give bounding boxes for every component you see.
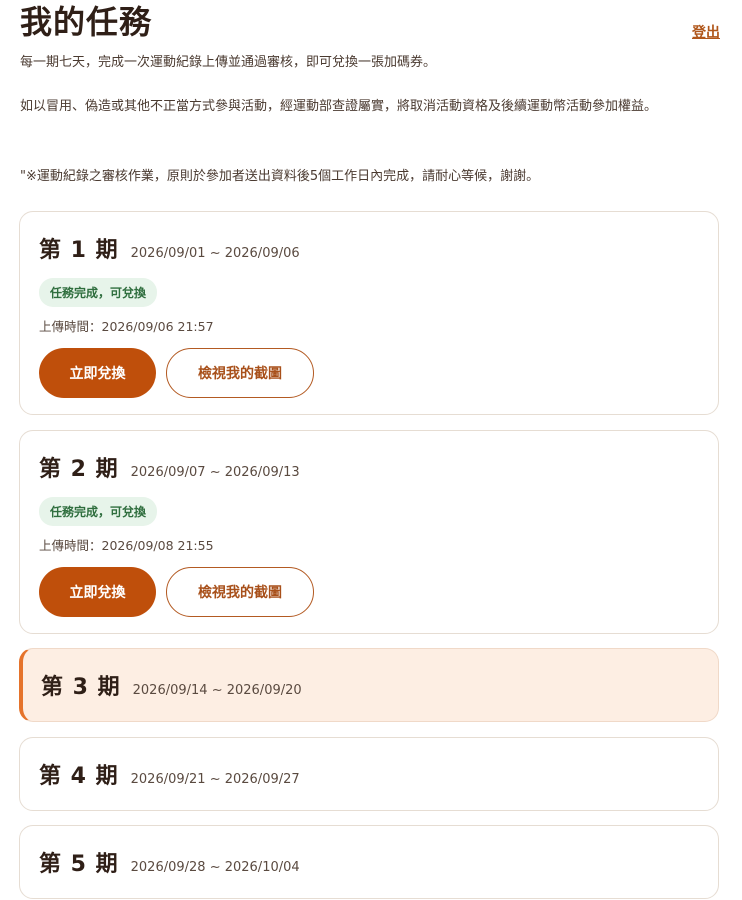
period-label: 第 5 期 xyxy=(39,852,119,877)
status-badge: 任務完成，可兌換 xyxy=(39,497,158,526)
period-date-range: 2026/09/14 ~ 2026/09/20 xyxy=(132,683,302,698)
period-header: 第 3 期 2026/09/14 ~ 2026/09/20 xyxy=(41,669,302,701)
page-title: 我的任務 xyxy=(20,3,153,41)
intro-paragraph: 每一期七天，完成一次運動紀錄上傳並通過審核，即可兌換一張加碼券。 xyxy=(20,55,437,70)
period-date-range: 2026/09/28 ~ 2026/10/04 xyxy=(130,860,300,875)
period-header: 第 5 期 2026/09/28 ~ 2026/10/04 xyxy=(39,846,300,878)
view-screenshot-button[interactable]: 檢視我的截圖 xyxy=(166,348,314,398)
view-screenshot-button[interactable]: 檢視我的截圖 xyxy=(166,567,314,617)
period-date-range: 2026/09/07 ~ 2026/09/13 xyxy=(130,465,300,480)
period-header: 第 1 期 2026/09/01 ~ 2026/09/06 xyxy=(39,232,300,264)
upload-time: 上傳時間：2026/09/08 21:55 xyxy=(39,538,214,553)
period-header: 第 4 期 2026/09/21 ~ 2026/09/27 xyxy=(39,758,300,790)
period-card-5[interactable]: 第 5 期 2026/09/28 ~ 2026/10/04 xyxy=(19,825,719,899)
upload-time: 上傳時間：2026/09/06 21:57 xyxy=(39,319,214,334)
intro-paragraph: "※運動紀錄之審核作業，原則於參加者送出資料後5個工作日內完成，請耐心等候，謝謝… xyxy=(20,169,540,184)
period-card-2: 第 2 期 2026/09/07 ~ 2026/09/13 任務完成，可兌換 上… xyxy=(19,430,719,634)
period-header: 第 2 期 2026/09/07 ~ 2026/09/13 xyxy=(39,451,300,483)
status-badge: 任務完成，可兌換 xyxy=(39,278,158,307)
period-card-3[interactable]: 第 3 期 2026/09/14 ~ 2026/09/20 xyxy=(19,648,719,722)
redeem-button[interactable]: 立即兌換 xyxy=(39,567,156,617)
period-card-1: 第 1 期 2026/09/01 ~ 2026/09/06 任務完成，可兌換 上… xyxy=(19,211,719,415)
period-label: 第 1 期 xyxy=(39,238,119,263)
period-label: 第 2 期 xyxy=(39,457,119,482)
period-label: 第 4 期 xyxy=(39,764,119,789)
period-card-4[interactable]: 第 4 期 2026/09/21 ~ 2026/09/27 xyxy=(19,737,719,811)
intro-paragraph: 如以冒用、偽造或其他不正當方式參與活動，經運動部查證屬實，將取消活動資格及後續運… xyxy=(20,99,658,114)
redeem-button[interactable]: 立即兌換 xyxy=(39,348,156,398)
logout-link[interactable]: 登出 xyxy=(692,22,720,42)
page-header: 我的任務 登出 xyxy=(20,0,720,44)
period-date-range: 2026/09/01 ~ 2026/09/06 xyxy=(130,246,300,261)
period-date-range: 2026/09/21 ~ 2026/09/27 xyxy=(130,772,300,787)
period-label: 第 3 期 xyxy=(41,675,121,700)
